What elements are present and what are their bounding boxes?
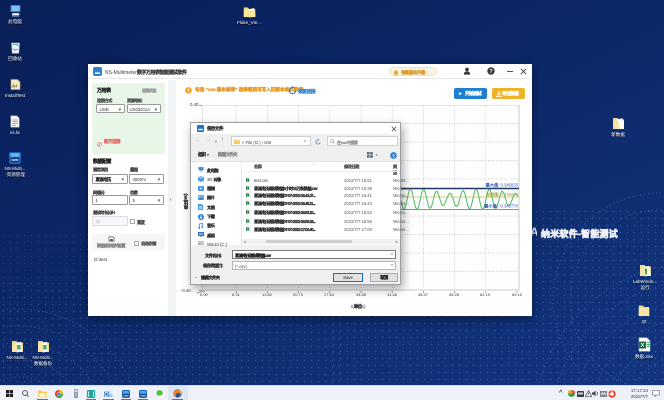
svg-text:?: ? [392,153,395,159]
svg-text:X: X [247,219,249,223]
svg-text:?: ? [489,69,493,75]
svg-text:!: ! [188,88,190,94]
svg-text:X: X [247,178,249,182]
svg-text:X: X [640,343,644,349]
svg-text:X: X [247,202,249,206]
svg-text:X: X [247,210,249,214]
svg-text:1000: 1000 [12,153,19,157]
svg-text:DMM: DMM [124,395,129,397]
svg-text:DMM: DMM [141,395,146,397]
svg-text:X: X [247,186,249,190]
svg-text:X: X [247,193,249,197]
svg-text:DMM: DMM [12,158,19,162]
svg-text:A+: A+ [12,83,18,88]
svg-text:X: X [247,227,249,231]
